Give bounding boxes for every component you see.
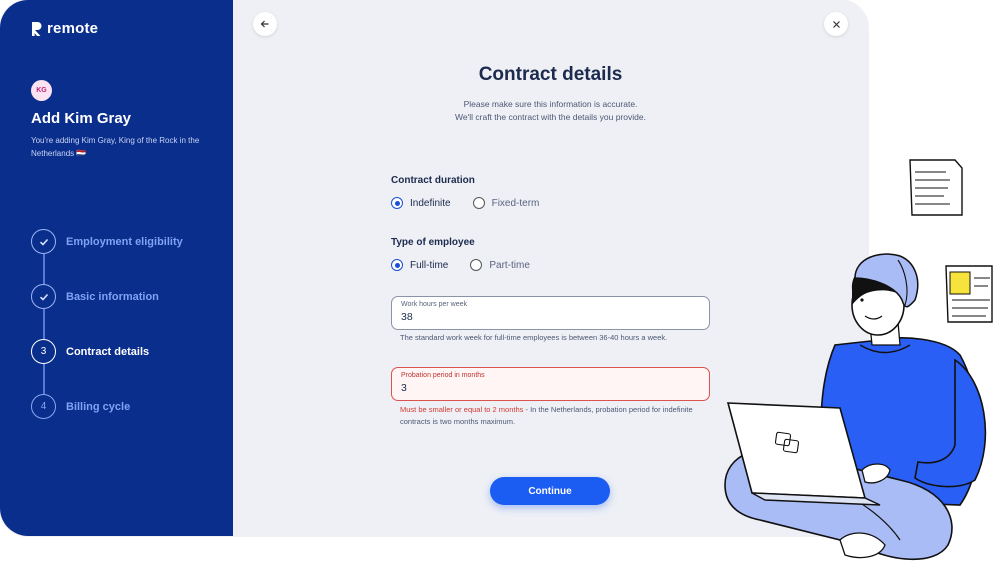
work-hours-field[interactable]: Work hours per week 38 <box>391 296 710 330</box>
radio-label: Part-time <box>489 259 530 271</box>
step-number: 3 <box>31 339 56 364</box>
check-icon <box>31 284 56 309</box>
person-head <box>851 253 919 336</box>
step-contract-details[interactable]: 3 Contract details <box>31 324 183 379</box>
probation-label: Probation period in months <box>401 372 485 379</box>
radio-checked-icon <box>391 197 403 209</box>
back-button[interactable] <box>253 12 277 36</box>
check-icon <box>31 229 56 254</box>
step-label: Employment eligibility <box>66 235 183 248</box>
step-billing-cycle[interactable]: 4 Billing cycle <box>31 379 183 434</box>
sidebar: remote KG Add Kim Gray You're adding Kim… <box>0 0 233 536</box>
document-icon <box>909 159 963 216</box>
step-label: Billing cycle <box>66 400 131 413</box>
contract-duration-group: Indefinite Fixed-term <box>391 197 561 209</box>
radio-checked-icon <box>391 259 403 271</box>
sticky-note-document-icon <box>945 265 993 323</box>
close-icon <box>832 20 840 28</box>
radio-label: Indefinite <box>410 197 451 209</box>
step-label: Contract details <box>66 345 150 358</box>
radio-indefinite[interactable]: Indefinite <box>391 197 451 209</box>
work-hours-value[interactable]: 38 <box>401 311 700 323</box>
arrow-left-icon <box>260 20 269 28</box>
person-with-laptop-illustration <box>724 159 993 561</box>
radio-full-time[interactable]: Full-time <box>391 259 448 271</box>
work-hours-label: Work hours per week <box>401 301 468 308</box>
subtitle-line: We'll craft the contract with the detail… <box>455 112 646 122</box>
probation-field[interactable]: Probation period in months 3 <box>391 367 710 401</box>
probation-help: Must be smaller or equal to 2 months - I… <box>400 404 700 428</box>
logo: remote <box>30 20 98 37</box>
step-connector <box>43 254 45 284</box>
remote-logo-icon <box>32 21 42 36</box>
brand-name: remote <box>47 20 99 37</box>
avatar: KG <box>31 80 52 101</box>
radio-part-time[interactable]: Part-time <box>470 259 530 271</box>
step-connector <box>43 309 45 339</box>
radio-fixed-term[interactable]: Fixed-term <box>472 197 540 209</box>
probation-value[interactable]: 3 <box>401 382 700 394</box>
work-hours-help: The standard work week for full-time emp… <box>400 333 668 342</box>
step-basic-information[interactable]: Basic information <box>31 269 183 324</box>
radio-label: Fixed-term <box>491 197 540 209</box>
stepper: Employment eligibility Basic information… <box>31 214 183 434</box>
step-connector <box>43 364 45 394</box>
continue-button[interactable]: Continue <box>490 477 610 505</box>
radio-unchecked-icon <box>472 197 485 209</box>
page-subtitle: Please make sure this information is acc… <box>233 98 868 124</box>
employee-type-group: Full-time Part-time <box>391 259 552 271</box>
radio-label: Full-time <box>410 259 449 271</box>
probation-error: Must be smaller or equal to 2 months <box>400 405 524 414</box>
close-button[interactable] <box>824 12 848 36</box>
step-employment-eligibility[interactable]: Employment eligibility <box>31 214 183 269</box>
page-title: Contract details <box>478 64 623 85</box>
subtitle-line: Please make sure this information is acc… <box>463 99 638 109</box>
sidebar-title: Add Kim Gray <box>31 110 132 127</box>
step-number: 4 <box>31 394 56 419</box>
step-label: Basic information <box>66 290 159 303</box>
employee-type-label: Type of employee <box>391 237 475 248</box>
radio-unchecked-icon <box>470 259 483 271</box>
contract-duration-label: Contract duration <box>391 175 475 186</box>
sidebar-description: You're adding Kim Gray, King of the Rock… <box>31 136 200 158</box>
